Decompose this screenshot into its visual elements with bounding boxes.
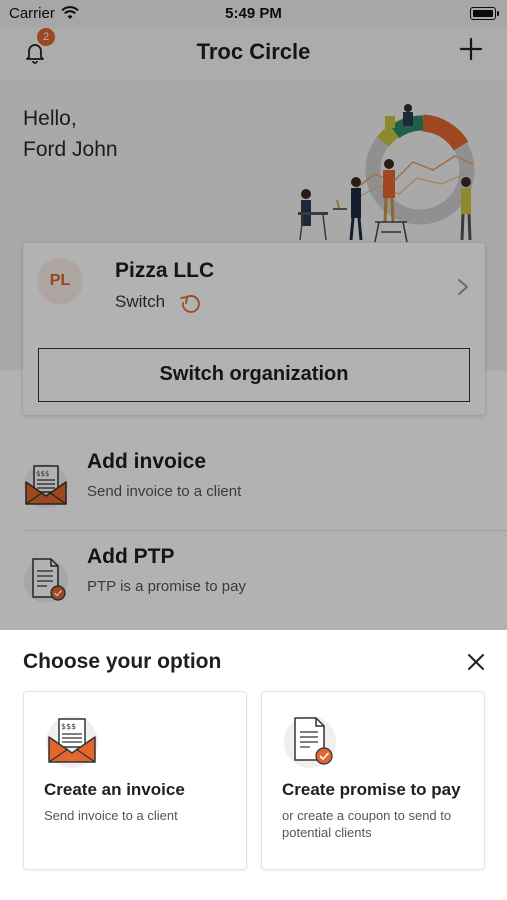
svg-text:$$$: $$$ (61, 722, 76, 731)
invoice-envelope-icon: $$$ (46, 716, 98, 768)
create-invoice-title: Create an invoice (44, 780, 185, 799)
create-promise-option[interactable]: Create promise to pay or create a coupon… (261, 691, 485, 870)
create-promise-description: or create a coupon to send to potential … (282, 808, 452, 840)
close-icon[interactable] (464, 650, 488, 674)
create-promise-title: Create promise to pay (282, 780, 461, 799)
create-invoice-description: Send invoice to a client (44, 808, 178, 823)
sheet-title: Choose your option (23, 650, 222, 673)
create-invoice-option[interactable]: $$$ Create an invoice Send invoice to a … (23, 691, 247, 870)
promise-document-icon (284, 716, 336, 768)
modal-overlay[interactable] (0, 0, 507, 630)
choose-option-sheet: Choose your option $$$ Create an invoice… (0, 630, 507, 900)
